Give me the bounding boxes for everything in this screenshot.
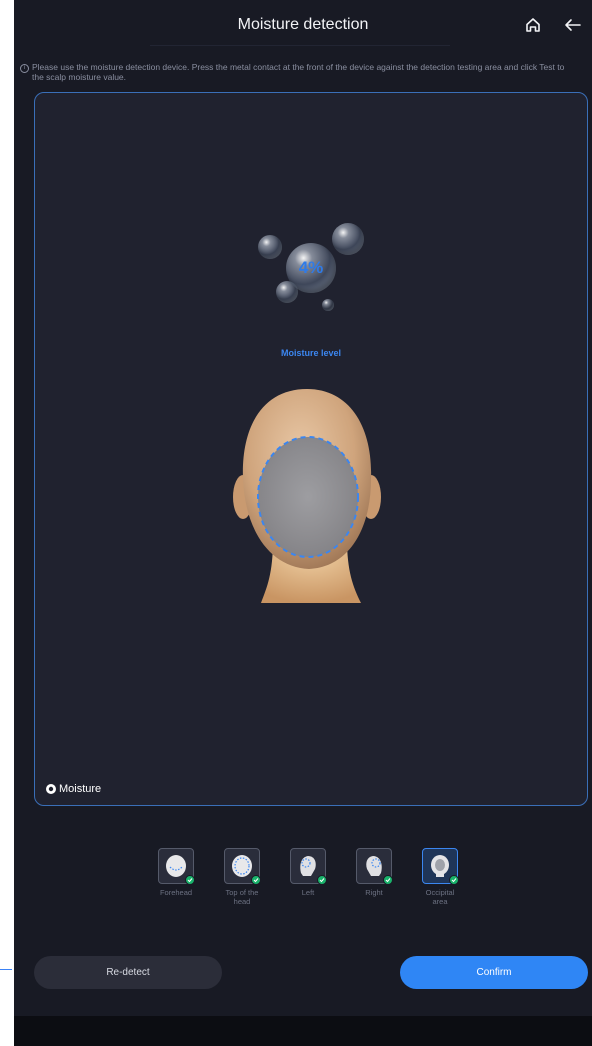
check-icon [251, 875, 261, 885]
home-icon[interactable] [522, 14, 544, 36]
instruction-line-1: Please use the moisture detection device… [32, 62, 565, 72]
moisture-value: 4% [298, 258, 324, 277]
back-arrow-icon[interactable] [562, 14, 584, 36]
info-icon: i [20, 64, 29, 73]
re-detect-button[interactable]: Re-detect [34, 956, 222, 989]
page-title: Moisture detection [237, 16, 369, 33]
area-label: Left [301, 888, 315, 897]
header-bar: Moisture detection [14, 0, 592, 50]
moisture-legend: Moisture [46, 783, 101, 795]
top-of-head-thumbnail [224, 848, 261, 885]
area-label: Top of the head [225, 888, 259, 906]
check-icon [317, 875, 327, 885]
check-icon [449, 875, 459, 885]
legend-dot-icon [46, 784, 56, 794]
area-right[interactable]: Right [354, 848, 394, 897]
area-occipital[interactable]: Occipital area [420, 848, 460, 906]
occipital-thumbnail [422, 848, 459, 885]
check-icon [185, 875, 195, 885]
instruction-line-2: the scalp moisture value. [32, 72, 127, 82]
right-thumbnail [356, 848, 393, 885]
detection-area-selector: Forehead Top of the head Left Right Occi… [156, 848, 476, 908]
area-label: Forehead [159, 888, 193, 897]
check-icon [383, 875, 393, 885]
forehead-thumbnail [158, 848, 195, 885]
margin-tick [0, 969, 12, 970]
bubble-small [322, 299, 334, 311]
area-left[interactable]: Left [288, 848, 328, 897]
area-label: Right [365, 888, 383, 897]
instruction-text: i Please use the moisture detection devi… [20, 62, 592, 82]
area-forehead[interactable]: Forehead [156, 848, 196, 897]
head-back-view [221, 389, 391, 605]
moisture-value-bubble: 4% [286, 243, 336, 293]
left-margin [0, 0, 14, 1046]
area-label: Occipital area [425, 888, 455, 906]
moisture-bubbles: 4% [250, 215, 370, 315]
moisture-level-label: Moisture level [280, 348, 342, 358]
area-top-of-head[interactable]: Top of the head [222, 848, 262, 906]
bubble-small [258, 235, 282, 259]
header-divider [150, 45, 450, 46]
app-window: Moisture detection i Please use the mois… [14, 0, 592, 1046]
bottom-bar [14, 1016, 592, 1046]
legend-label: Moisture [59, 783, 102, 795]
detection-panel: 4% Moisture level Moisture [34, 92, 588, 806]
confirm-button[interactable]: Confirm [400, 956, 588, 989]
bubble-small [332, 223, 364, 255]
left-thumbnail [290, 848, 327, 885]
